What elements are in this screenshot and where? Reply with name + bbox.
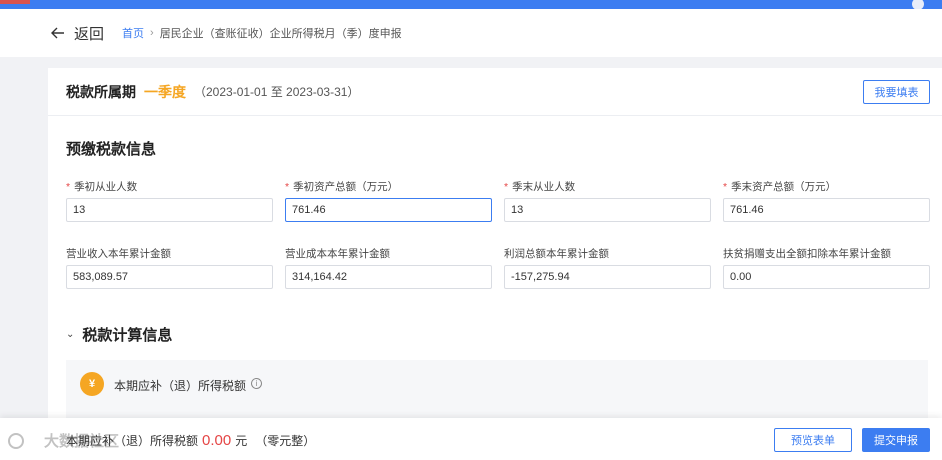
- field-revenue: 营业收入本年累计金额 583,089.57: [66, 246, 273, 289]
- page-header: 返回 首页 › 居民企业（查账征收）企业所得税月（季）度申报: [0, 9, 942, 57]
- calc-section-title: 税款计算信息: [82, 327, 173, 344]
- field-label: 扶贫捐赠支出全额扣除本年累计金额: [723, 248, 891, 260]
- field-label: * 季末从业人数: [504, 181, 576, 193]
- prepaid-section-title: 预缴税款信息: [66, 141, 157, 158]
- declaration-card: 税款所属期 一季度 （2023-01-01 至 2023-03-31） 我要填表…: [48, 68, 942, 418]
- field-cost: 营业成本本年累计金额 314,164.42: [285, 246, 492, 289]
- required-mark: *: [285, 181, 290, 193]
- field-end-employees: * 季末从业人数 13: [504, 179, 711, 222]
- donation-input[interactable]: 0.00: [723, 265, 930, 289]
- calc-section-header[interactable]: ⌄ 税款计算信息: [66, 324, 172, 345]
- info-icon[interactable]: i: [251, 378, 262, 389]
- required-mark: *: [723, 181, 728, 193]
- period-range: （2023-01-01 至 2023-03-31）: [194, 85, 360, 99]
- breadcrumb-current: 居民企业（查账征收）企业所得税月（季）度申报: [159, 28, 402, 40]
- start-employees-input[interactable]: 13: [66, 198, 273, 222]
- fill-form-button[interactable]: 我要填表: [863, 80, 930, 104]
- calc-panel-label: 本期应补（退）所得税额: [114, 379, 247, 393]
- chevron-down-icon: ⌄: [66, 329, 75, 340]
- field-label: * 季初资产总额（万元）: [285, 181, 399, 193]
- footer-summary: 本期应补（退）所得税额 0.00 元 （零元整）: [66, 432, 315, 449]
- preview-form-button[interactable]: 预览表单: [774, 428, 852, 452]
- footer-amount: 0.00: [202, 432, 232, 449]
- breadcrumb-separator: ›: [150, 27, 154, 39]
- cost-input[interactable]: 314,164.42: [285, 265, 492, 289]
- field-label: * 季初从业人数: [66, 181, 138, 193]
- period-label: 税款所属期: [66, 83, 136, 100]
- profit-input[interactable]: -157,275.94: [504, 265, 711, 289]
- breadcrumb: 首页 › 居民企业（查账征收）企业所得税月（季）度申报: [122, 25, 402, 41]
- top-bar: [0, 0, 942, 10]
- back-label: 返回: [74, 25, 105, 43]
- end-employees-input[interactable]: 13: [504, 198, 711, 222]
- field-label: 营业成本本年累计金额: [285, 248, 390, 260]
- footer-label: 本期应补（退）所得税额: [66, 434, 199, 448]
- required-mark: *: [504, 181, 509, 193]
- back-button[interactable]: 返回: [50, 23, 104, 44]
- period-quarter: 一季度: [144, 83, 186, 100]
- field-start-employees: * 季初从业人数 13: [66, 179, 273, 222]
- end-assets-input[interactable]: 761.46: [723, 198, 930, 222]
- revenue-input[interactable]: 583,089.57: [66, 265, 273, 289]
- period-bar: 税款所属期 一季度 （2023-01-01 至 2023-03-31） 我要填表: [48, 68, 942, 116]
- footer-amount-words: （零元整）: [255, 434, 316, 448]
- required-mark: *: [66, 181, 71, 193]
- footer-bar: 大数据社区 本期应补（退）所得税额 0.00 元 （零元整） 预览表单 提交申报: [0, 418, 942, 460]
- field-end-assets: * 季末资产总额（万元） 761.46: [723, 179, 930, 222]
- start-assets-input[interactable]: 761.46: [285, 198, 492, 222]
- submit-declaration-button[interactable]: 提交申报: [862, 428, 930, 452]
- top-bar-accent: [0, 0, 30, 4]
- watermark-logo-icon: [8, 432, 24, 449]
- arrow-left-icon: [51, 27, 64, 39]
- field-label: 营业收入本年累计金额: [66, 248, 171, 260]
- breadcrumb-home[interactable]: 首页: [122, 25, 144, 41]
- coin-icon: ¥: [80, 372, 104, 396]
- field-label: * 季末资产总额（万元）: [723, 181, 837, 193]
- calc-panel: ¥ 本期应补（退）所得税额 i: [66, 360, 928, 418]
- field-start-assets: * 季初资产总额（万元） 761.46: [285, 179, 492, 222]
- footer-unit: 元: [235, 434, 248, 448]
- field-profit: 利润总额本年累计金额 -157,275.94: [504, 246, 711, 289]
- field-label: 利润总额本年累计金额: [504, 248, 609, 260]
- field-donation: 扶贫捐赠支出全额扣除本年累计金额 0.00: [723, 246, 930, 289]
